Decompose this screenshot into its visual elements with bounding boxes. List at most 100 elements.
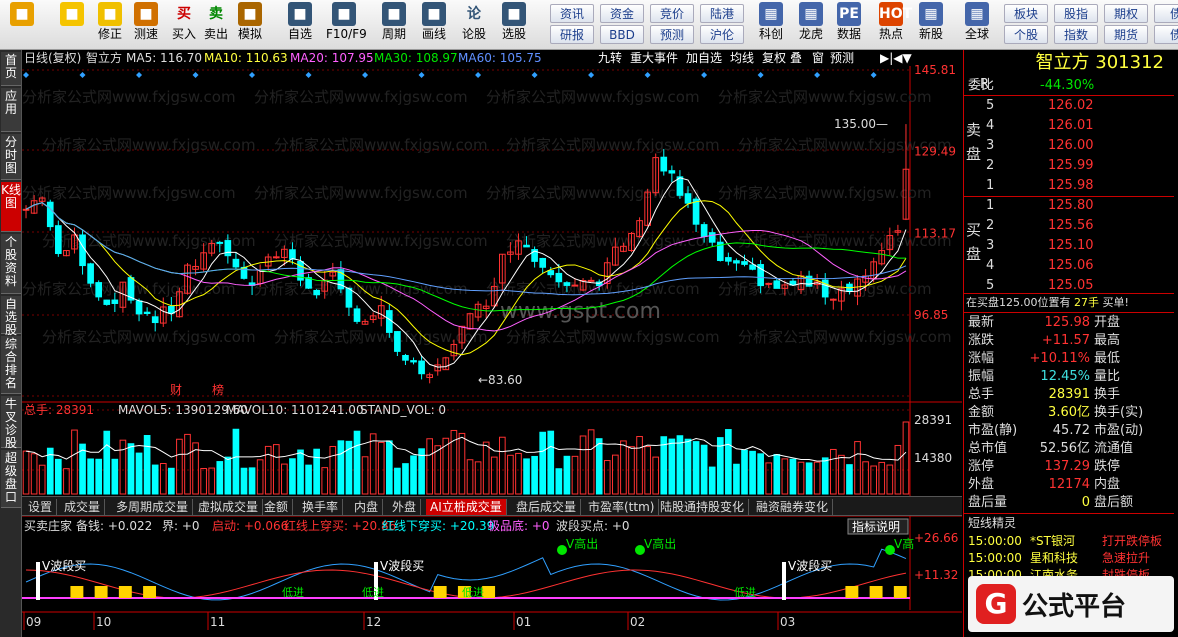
left-tab-超级盘口[interactable]: 超级盘口: [1, 450, 21, 508]
indicator-tab-市盈率(ttm)[interactable]: 市盈率(ttm): [584, 499, 660, 515]
event-diamond-icon[interactable]: [249, 72, 256, 78]
event-diamond-icon[interactable]: [701, 72, 708, 78]
indicator-tab-外盘[interactable]: 外盘: [388, 499, 422, 515]
event-diamond-icon[interactable]: [870, 72, 877, 78]
toolbar-买入-button[interactable]: 买买入: [166, 2, 202, 48]
event-diamond-icon[interactable]: [588, 72, 595, 78]
left-tab-牛叉诊股[interactable]: 牛叉诊股: [1, 396, 21, 450]
left-tab-应用[interactable]: 应用: [1, 88, 21, 132]
lhb-marker[interactable]: 榜: [212, 382, 224, 397]
kline-chart-area[interactable]: 日线(复权) 智立方 MA5: 116.70 MA10: 110.63 MA20…: [22, 50, 962, 637]
toolbar-logo-button[interactable]: ■: [52, 2, 92, 48]
toolbar-预测-button[interactable]: 预测: [650, 25, 694, 44]
indicator-tab-虚拟成交量[interactable]: 虚拟成交量: [194, 499, 264, 515]
left-tab-首页[interactable]: 首页: [1, 52, 21, 86]
short-stock[interactable]: *ST银河: [1030, 532, 1100, 550]
event-diamond-icon[interactable]: [23, 72, 29, 78]
toolbar-板块-button[interactable]: 板块: [1004, 4, 1048, 23]
toolbar-卖出-button[interactable]: 卖卖出: [198, 2, 234, 48]
indicator-tab-设置[interactable]: 设置: [24, 499, 58, 515]
indicator-tab-成交量[interactable]: 成交量: [60, 499, 106, 515]
indicator-tab-AI立桩成交量[interactable]: AI立桩成交量: [426, 499, 507, 515]
indicator-tab-陆股通持股变化[interactable]: 陆股通持股变化: [656, 499, 750, 515]
toolbar-债-button[interactable]: 债: [1154, 25, 1178, 44]
event-diamond-icon[interactable]: [136, 72, 143, 78]
date-axis-label: 03: [780, 615, 795, 629]
indicator-tab-多周期成交量[interactable]: 多周期成交量: [112, 499, 194, 515]
event-diamond-icon[interactable]: [531, 72, 538, 78]
toolbar-模拟-button[interactable]: ■ 模拟: [232, 2, 268, 48]
event-diamond-icon[interactable]: [192, 72, 199, 78]
sell-price[interactable]: 126.02: [1048, 97, 1128, 115]
app-window: ■ ■ ■ 修正 ■ 测速买买入卖卖出 ■ 模拟 ■ 自选 ■ F10/F9 ■ 周期 ■ 画线论论股 ■ 选股资…: [0, 0, 1178, 637]
indicator-tab-融资融券变化[interactable]: 融资融券变化: [752, 499, 834, 515]
toolbar-期权-button[interactable]: 期权: [1104, 4, 1148, 23]
toolbar-研报-button[interactable]: 研报: [550, 25, 594, 44]
sell-price[interactable]: 126.00: [1048, 137, 1128, 155]
toolbar-沪伦-button[interactable]: 沪伦: [700, 25, 744, 44]
kline-main-svg[interactable]: 分析家公式网www.fxjgsw.com 分析家公式网www.fxjgsw.com…: [22, 50, 962, 637]
event-diamond-icon[interactable]: [757, 72, 764, 78]
candle-body: [385, 310, 393, 333]
toolbar-logo-button[interactable]: ■: [2, 2, 42, 48]
short-wizard-title[interactable]: 短线精灵: [968, 514, 1178, 532]
toolbar-F10/F9-button[interactable]: ■ F10/F9: [326, 2, 367, 48]
indicator-tab-换手率[interactable]: 换手率: [298, 499, 344, 515]
event-diamond-icon[interactable]: [644, 72, 651, 78]
left-tab-综合排名[interactable]: 综合排名: [1, 336, 21, 394]
toolbar-资金-button[interactable]: 资金: [600, 4, 644, 23]
toolbar-科创-button[interactable]: ▦ 科创: [752, 2, 790, 48]
event-diamond-icon[interactable]: [362, 72, 369, 78]
finance-marker[interactable]: 财: [170, 383, 182, 397]
volume-bar: [184, 433, 191, 495]
toolbar-测速-button[interactable]: ■ 测速: [128, 2, 164, 48]
indicator-tab-金额[interactable]: 金额: [260, 499, 294, 515]
indicator-help-label[interactable]: 指标说明: [852, 519, 900, 534]
event-diamond-icon[interactable]: [305, 72, 312, 78]
toolbar-陆港-button[interactable]: 陆港: [700, 4, 744, 23]
toolbar-股指-button[interactable]: 股指: [1054, 4, 1098, 23]
event-diamond-icon[interactable]: [814, 72, 821, 78]
toolbar-个股-button[interactable]: 个股: [1004, 25, 1048, 44]
toolbar-自选-button[interactable]: ■ 自选: [282, 2, 318, 48]
toolbar-数据-button[interactable]: PE 数据: [830, 2, 868, 48]
toolbar-画线-button[interactable]: ■ 画线: [416, 2, 452, 48]
toolbar-新股-button[interactable]: ▦ 新股: [912, 2, 950, 48]
sell-price[interactable]: 125.99: [1048, 157, 1128, 175]
toolbar-指数-button[interactable]: 指数: [1054, 25, 1098, 44]
toolbar-资讯-button[interactable]: 资讯: [550, 4, 594, 23]
toolbar-全球-button[interactable]: ▦ 全球: [958, 2, 996, 48]
toolbar-论股-button[interactable]: 论论股: [456, 2, 492, 48]
left-tab-个股资料[interactable]: 个股资料: [1, 234, 21, 294]
indicator-tab-盘后成交量[interactable]: 盘后成交量: [512, 499, 582, 515]
vol-axis-label: 28391: [914, 413, 952, 427]
volume-bar: [733, 463, 740, 495]
toolbar-选股-button[interactable]: ■ 选股: [496, 2, 532, 48]
volume-bar: [159, 463, 167, 495]
left-tab-K线图[interactable]: K线图: [1, 182, 21, 232]
toolbar-修正-button[interactable]: ■ 修正: [92, 2, 128, 48]
sell-price[interactable]: 125.98: [1048, 177, 1128, 195]
toolbar-热点-button[interactable]: HOT 热点: [872, 2, 912, 48]
sell-price[interactable]: 126.01: [1048, 117, 1128, 135]
event-diamond-icon[interactable]: [418, 72, 425, 78]
buy-price[interactable]: 125.56: [1048, 217, 1128, 235]
toolbar-龙虎-button[interactable]: ▦ 龙虎: [792, 2, 830, 48]
volume-bar: [821, 457, 829, 495]
toolbar-竞价-button[interactable]: 竞价: [650, 4, 694, 23]
toolbar-周期-button[interactable]: ■ 周期: [376, 2, 412, 48]
toolbar-债-button[interactable]: 债: [1154, 4, 1178, 23]
buy-price[interactable]: 125.80: [1048, 197, 1128, 215]
event-diamond-icon[interactable]: [475, 72, 482, 78]
toolbar-期货-button[interactable]: 期货: [1104, 25, 1148, 44]
buy-price[interactable]: 125.10: [1048, 237, 1128, 255]
event-diamond-icon[interactable]: [79, 72, 86, 78]
short-stock[interactable]: 星和科技: [1030, 549, 1100, 567]
left-tab-自选股[interactable]: 自选股: [1, 296, 21, 337]
buy-price[interactable]: 125.06: [1048, 257, 1128, 275]
toolbar-BBD-button[interactable]: BBD: [600, 25, 644, 44]
left-tab-分时图[interactable]: 分时图: [1, 134, 21, 180]
watermark-text: 分析家公式网www.fxjgsw.com: [274, 136, 488, 154]
stat-value: 3.60亿: [1048, 405, 1090, 420]
indicator-tab-内盘[interactable]: 内盘: [350, 499, 384, 515]
